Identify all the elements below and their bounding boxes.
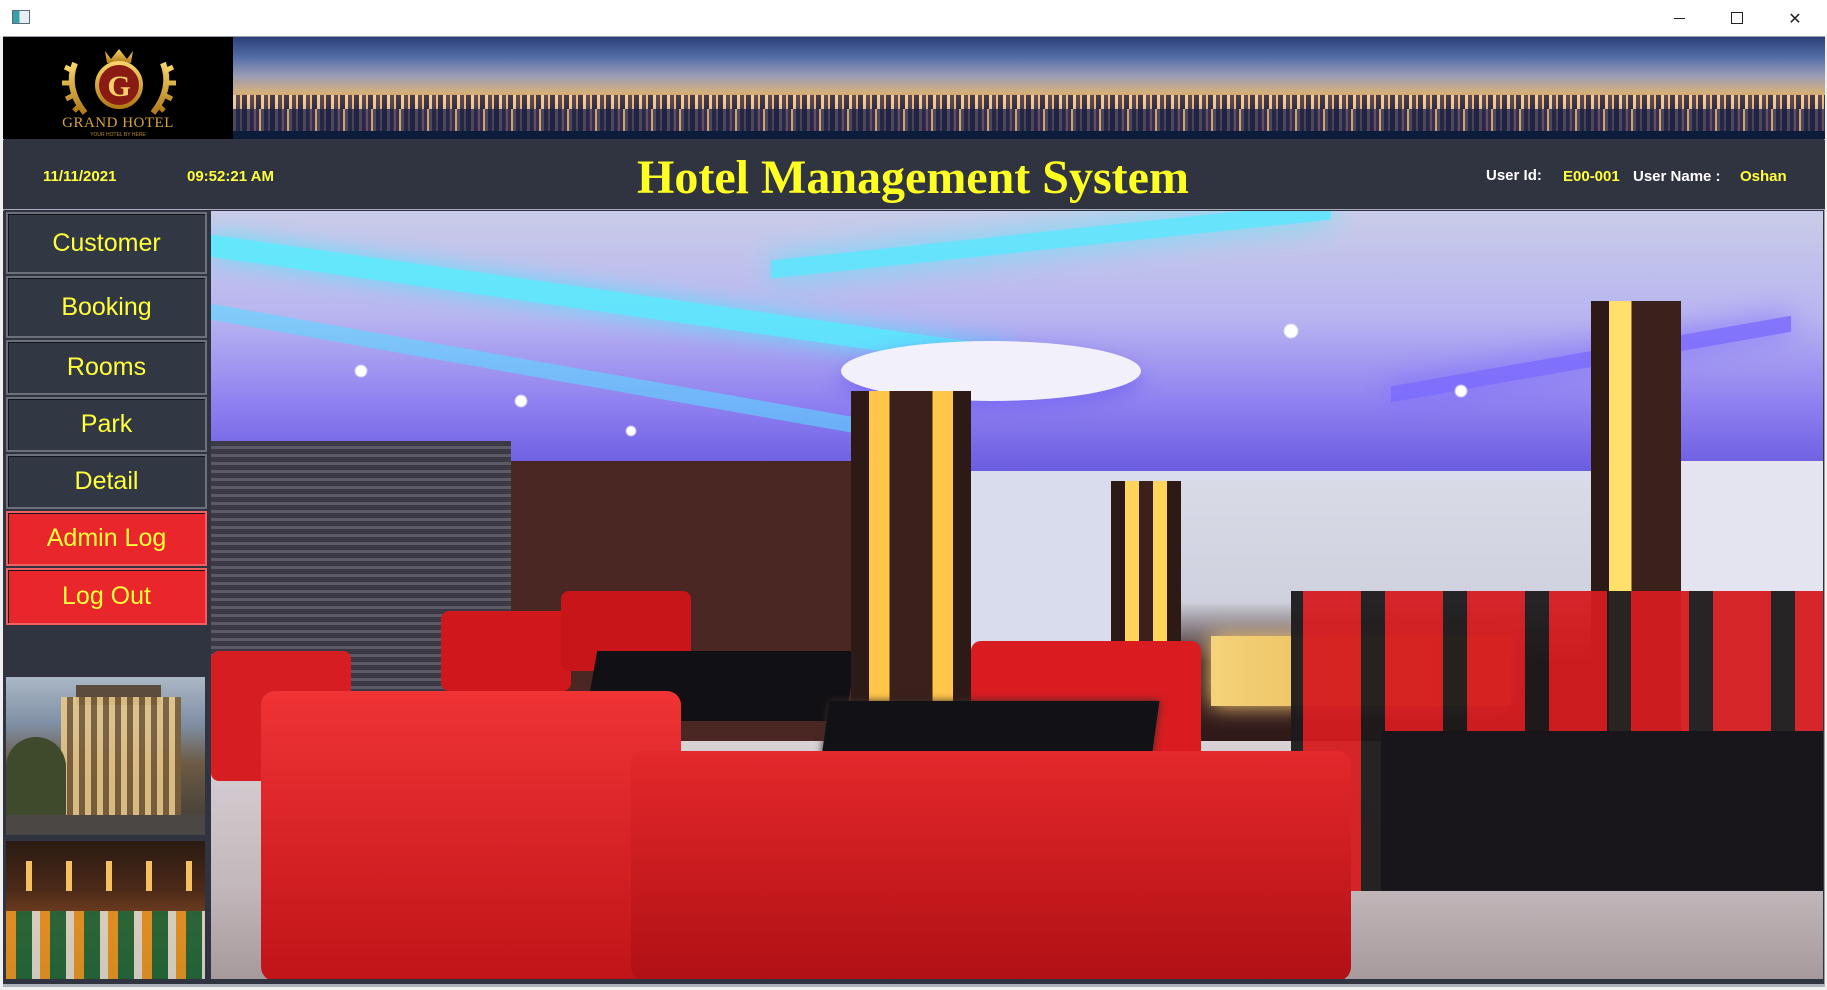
frame-bottom-border xyxy=(3,984,1825,987)
close-button[interactable]: ✕ xyxy=(1766,0,1824,36)
booking-button[interactable]: Booking xyxy=(6,276,207,338)
hotel-banner-image xyxy=(233,37,1825,139)
user-name-value: Oshan xyxy=(1740,168,1787,185)
hotel-logo: G GRAND HOTEL YOUR HOTEL BY HERE xyxy=(3,37,233,139)
current-date: 11/11/2021 xyxy=(43,168,117,185)
app-icon xyxy=(12,10,30,24)
restaurant-thumbnail xyxy=(6,841,205,979)
park-button[interactable]: Park xyxy=(6,397,207,452)
customer-button[interactable]: Customer xyxy=(6,212,207,274)
maximize-button[interactable] xyxy=(1708,0,1766,36)
hotel-exterior-thumbnail xyxy=(6,677,205,835)
logo-tagline: YOUR HOTEL BY HERE xyxy=(90,132,146,138)
page-title: Hotel Management System xyxy=(637,151,1189,204)
window-titlebar: ✕ xyxy=(0,0,1827,36)
close-icon: ✕ xyxy=(1788,8,1802,28)
user-name-label: User Name : xyxy=(1633,168,1721,185)
log-out-button[interactable]: Log Out xyxy=(6,568,207,625)
rooms-button[interactable]: Rooms xyxy=(6,340,207,395)
logo-name: GRAND HOTEL xyxy=(62,115,174,131)
minimize-button[interactable] xyxy=(1650,0,1708,36)
user-id-label: User Id: xyxy=(1486,167,1542,184)
maximize-icon xyxy=(1731,12,1743,24)
minimize-icon xyxy=(1673,17,1685,19)
header-bar: 11/11/2021 09:52:21 AM Hotel Management … xyxy=(3,140,1825,210)
user-id-value: E00-001 xyxy=(1563,168,1620,185)
current-time: 09:52:21 AM xyxy=(187,168,274,185)
lobby-photo xyxy=(211,211,1823,979)
detail-button[interactable]: Detail xyxy=(6,454,207,509)
logo-letter: G xyxy=(107,70,130,103)
admin-log-button[interactable]: Admin Log xyxy=(6,511,207,566)
